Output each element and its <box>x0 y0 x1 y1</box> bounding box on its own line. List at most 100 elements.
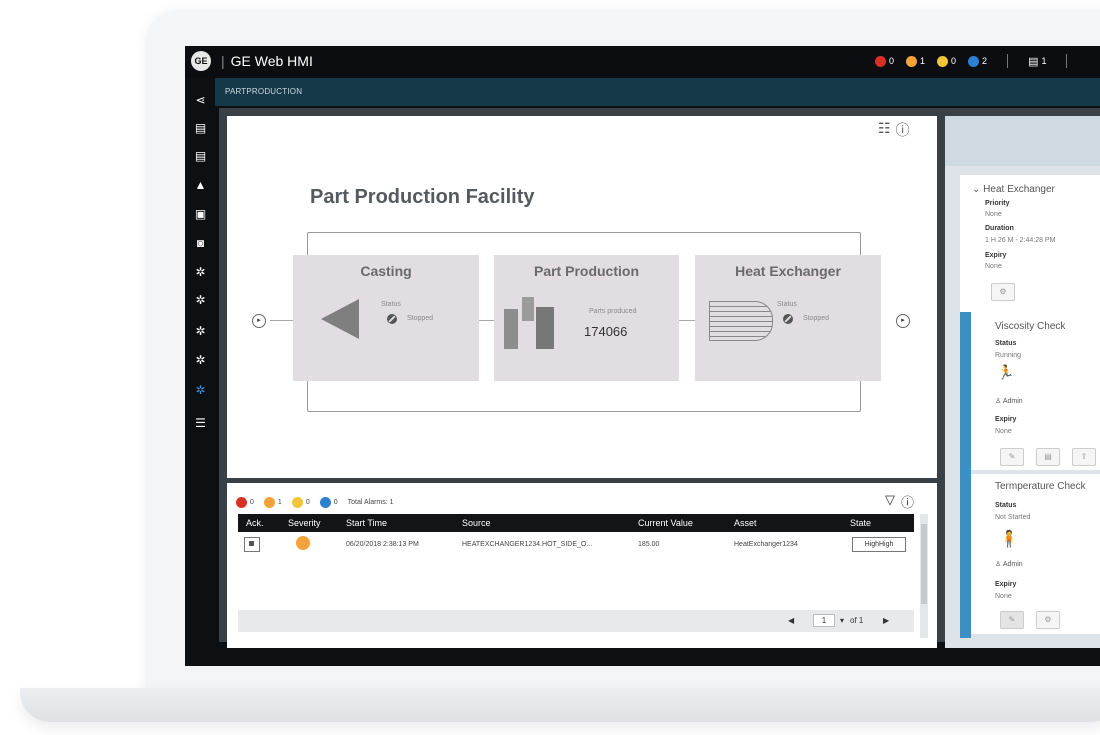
edit-button[interactable]: ✎ <box>1000 611 1024 629</box>
total-alarms: Total Alarms: 1 <box>347 499 394 506</box>
diagram-tools: ☷ ⓘ <box>878 120 910 140</box>
gear-icon[interactable]: ✲ <box>194 325 207 338</box>
priority-label: Priority <box>985 200 1010 207</box>
clipboard-button[interactable]: ▤ <box>1036 448 1060 466</box>
part-production-title: Part Production <box>533 263 639 279</box>
settings-button[interactable]: ⚙ <box>991 283 1015 301</box>
page-dropdown-icon[interactable]: ▾ <box>840 616 844 625</box>
divider <box>1007 54 1009 68</box>
card-title: Heat Exchanger <box>983 184 1055 195</box>
card-title: Viscosity Check <box>995 321 1066 332</box>
card-title: Termperature Check <box>995 481 1086 492</box>
asset: HeatExchanger1234 <box>734 541 798 548</box>
casting-block[interactable]: Casting Status Stopped <box>293 255 479 381</box>
help-icon[interactable]: ⓘ <box>896 120 910 140</box>
blue-alarm-counter[interactable]: 2 <box>968 55 987 67</box>
prev-page-icon[interactable]: ◀ <box>788 616 794 625</box>
viscosity-check-card[interactable]: Viscosity Check Status Running 🏃 ♙ Admin… <box>971 312 1100 470</box>
divider <box>1066 54 1068 68</box>
server-icon[interactable]: ▤ <box>194 150 207 163</box>
panel-counter[interactable]: ▤ 1 <box>1028 55 1046 68</box>
screenshot-icon[interactable]: ▣ <box>194 208 207 221</box>
heat-exchanger-status-label: Status <box>777 301 797 308</box>
table-row[interactable]: 06/20/2018 2:38:13 PM HEATEXCHANGER1234.… <box>238 534 914 556</box>
user-row: ♙ Admin <box>995 398 1023 405</box>
gear-icon[interactable]: ✲ <box>194 294 207 307</box>
start-time: 06/20/2018 2:38:13 PM <box>346 541 419 548</box>
app-title: | GE Web HMI <box>221 53 313 69</box>
gear-active-icon[interactable]: ✲ <box>194 384 207 397</box>
top-bar: GE | GE Web HMI 0 1 0 2 ▤ 1 <box>185 46 1100 78</box>
gear-icon[interactable]: ✲ <box>194 266 207 279</box>
pager-bar: ◀ 1 ▾ of 1 ▶ <box>238 610 914 632</box>
machine-icon <box>504 297 556 355</box>
user-icon: ♙ <box>995 398 1003 405</box>
alarm-scrollbar[interactable] <box>920 514 928 638</box>
col-start-time[interactable]: Start Time <box>346 518 387 528</box>
inlet-port-icon[interactable]: ▸ <box>252 314 266 328</box>
status-value: Running <box>995 352 1022 359</box>
page-input[interactable]: 1 <box>813 614 835 627</box>
breadcrumb-bar: PARTPRODUCTION <box>185 78 1100 106</box>
col-ack[interactable]: Ack. <box>246 518 264 528</box>
settings-icon[interactable]: ☷ <box>878 120 891 140</box>
breadcrumb[interactable]: PARTPRODUCTION <box>225 87 302 96</box>
edit-button[interactable]: ✎ <box>1000 448 1024 466</box>
parts-produced-label: Parts produced <box>589 308 637 315</box>
red-alarm-counter[interactable]: 0 <box>875 55 894 67</box>
col-source[interactable]: Source <box>462 518 491 528</box>
side-nav: ⋖ ▤ ▤ ▲ ▣ ◙ ✲ ✲ ✲ ✲ ✲ ☰ <box>185 78 215 666</box>
standing-person-icon: 🧍 <box>999 531 1019 548</box>
col-current-value[interactable]: Current Value <box>638 518 693 528</box>
ack-checkbox[interactable] <box>244 537 260 552</box>
laptop-base <box>20 688 1100 722</box>
casting-title: Casting <box>360 263 412 279</box>
user-row: ♙ Admin <box>995 561 1023 568</box>
gear-icon[interactable]: ✲ <box>194 354 207 367</box>
expiry-value: None <box>995 428 1012 435</box>
list-icon[interactable]: ☰ <box>194 417 207 430</box>
parts-produced-value: 174066 <box>584 324 628 339</box>
help-icon[interactable]: ⓘ <box>901 492 914 511</box>
share-icon[interactable]: ⋖ <box>194 94 207 107</box>
alarm-table-header: Ack. Severity Start Time Source Current … <box>238 514 914 532</box>
next-page-icon[interactable]: ▶ <box>883 616 889 625</box>
yellow-alarm-summary[interactable]: 0 <box>291 497 310 508</box>
right-panel-header <box>945 116 1100 166</box>
duration-value: 1 H 26 M - 2:44:28 PM <box>985 237 1056 244</box>
ge-logo: GE <box>191 51 211 71</box>
warning-icon[interactable]: ▲ <box>194 179 207 192</box>
heat-exchanger-card[interactable]: ⌄ Heat Exchanger Priority None Duration … <box>960 175 1100 313</box>
camera-icon[interactable]: ◙ <box>194 237 207 250</box>
part-production-block[interactable]: Part Production Parts produced 174066 <box>494 255 679 381</box>
orange-alarm-counter[interactable]: 1 <box>906 55 925 67</box>
heat-exchanger-icon <box>709 301 773 341</box>
heat-exchanger-status-value: Stopped <box>803 315 830 322</box>
orange-alarm-summary[interactable]: 1 <box>263 497 282 508</box>
priority-value: None <box>985 211 1002 218</box>
upload-button[interactable]: ⇧ <box>1072 448 1096 466</box>
col-asset[interactable]: Asset <box>734 518 757 528</box>
outlet-port-icon[interactable]: ▸ <box>896 314 910 328</box>
expiry-label: Expiry <box>995 416 1017 423</box>
chevron-down-icon[interactable]: ⌄ <box>972 184 983 195</box>
accent-bar <box>960 312 971 638</box>
server-icon[interactable]: ▤ <box>194 122 207 135</box>
col-severity[interactable]: Severity <box>288 518 321 528</box>
heat-exchanger-block[interactable]: Heat Exchanger Status Stopped <box>695 255 881 381</box>
yellow-alarm-counter[interactable]: 0 <box>937 55 956 67</box>
settings-button[interactable]: ⚙ <box>1036 611 1060 629</box>
state-button[interactable]: HighHigh <box>852 537 906 552</box>
blue-alarm-summary[interactable]: 0 <box>319 497 338 508</box>
expiry-label: Expiry <box>985 252 1007 259</box>
red-alarm-summary[interactable]: 0 <box>236 497 254 508</box>
casting-status-label: Status <box>381 301 401 308</box>
status-value: Not Started <box>995 514 1031 521</box>
col-state[interactable]: State <box>850 518 871 528</box>
temperature-check-card[interactable]: Termperature Check Status Not Started 🧍 … <box>971 474 1100 634</box>
severity-icon <box>296 536 310 550</box>
expiry-value: None <box>995 593 1012 600</box>
alarm-counters: 0 1 0 2 ▤ 1 <box>875 54 1075 68</box>
source: HEATEXCHANGER1234.HOT_SIDE_O... <box>462 541 593 548</box>
filter-icon[interactable]: ▽ <box>885 492 895 511</box>
